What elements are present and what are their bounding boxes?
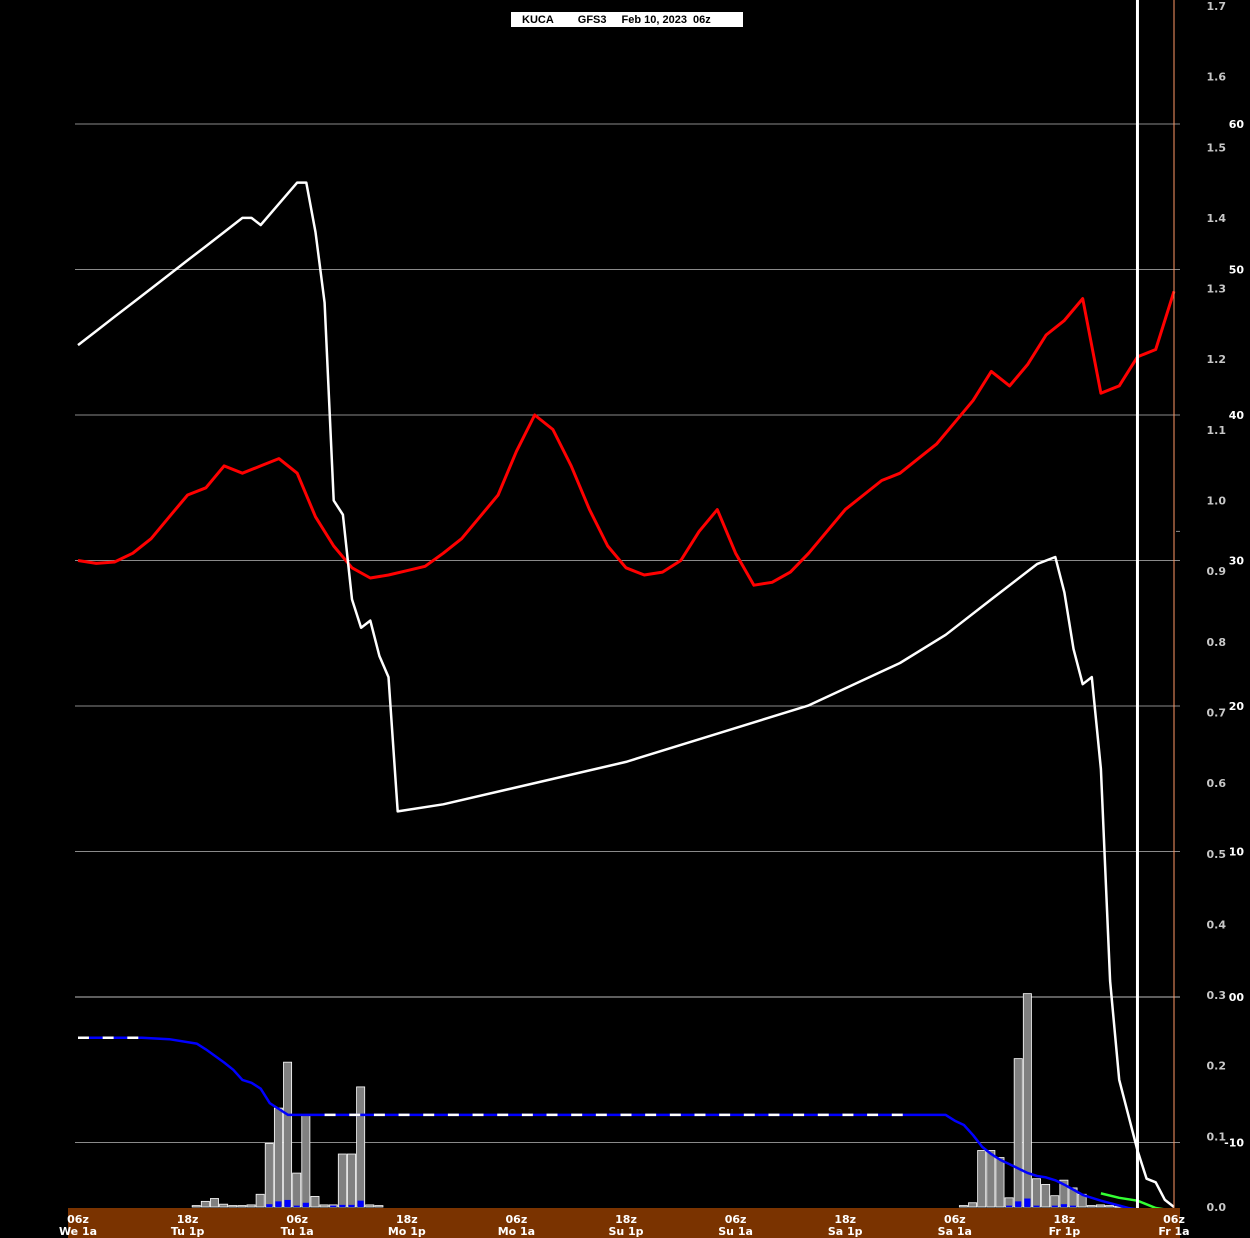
precip-bar [246, 1204, 256, 1208]
temp-tick-label: 00 [1229, 991, 1245, 1004]
time-tick-day: Tu 1p [171, 1225, 205, 1238]
precip-bar-blue [1024, 1198, 1031, 1207]
temp-tick-label: 10 [1229, 846, 1245, 859]
precip-bar [301, 1114, 311, 1208]
precip-bar-blue [1006, 1205, 1013, 1207]
precip-tick-label: 0.1 [1207, 1130, 1227, 1143]
precip-tick-label: 1.1 [1207, 424, 1227, 437]
precip-bar [374, 1205, 384, 1208]
station-id: KUCA [522, 13, 554, 26]
precip-bar [273, 1107, 283, 1208]
precip-bar-blue [1051, 1205, 1058, 1207]
precip-bar-blue [339, 1204, 346, 1207]
forecast-chart: 0.0 0.1 0.2 0.3 0.4 0.5 0.6 0.7 0.8 0.9 1.0 1.1 1.2 1… [0, 0, 1250, 1238]
precip-bar [1050, 1195, 1060, 1208]
precip-tick-label: 0.8 [1207, 636, 1227, 649]
time-tick-day: Su 1p [608, 1225, 643, 1238]
precip-bar [237, 1205, 247, 1208]
precip-bar [1013, 1058, 1023, 1208]
precip-bar [319, 1204, 329, 1208]
precip-bar [210, 1198, 219, 1208]
precip-tick-label: 1.0 [1207, 495, 1227, 508]
time-tick-day: Fr 1p [1049, 1225, 1081, 1238]
precip-bar-blue [284, 1199, 291, 1207]
precip-bar-blue [1069, 1205, 1077, 1207]
precip-tick-label: 1.3 [1207, 283, 1227, 296]
precip-bar-blue [1015, 1201, 1022, 1207]
run-time: Feb 10, 2023 06z [621, 13, 711, 26]
precip-tick-label: 1.4 [1207, 212, 1227, 225]
precip-bar [977, 1150, 987, 1208]
precip-tick-label: 0.5 [1207, 848, 1227, 861]
precip-tick-label: 0.9 [1207, 565, 1227, 578]
time-tick-day: We 1a [59, 1225, 97, 1238]
precip-bar-blue [1033, 1205, 1040, 1207]
model-name: GFS3 [577, 13, 607, 26]
precip-bar [995, 1157, 1005, 1208]
precip-bar [1086, 1205, 1096, 1208]
precip-bar [365, 1204, 375, 1208]
temp-tick-label: -10 [1224, 1137, 1244, 1150]
precip-tick-label: 0.3 [1207, 989, 1227, 1002]
precip-tick-label: 0.4 [1207, 918, 1227, 931]
precip-bar [310, 1196, 320, 1208]
precip-tick-label: 0.2 [1207, 1060, 1227, 1073]
precip-bar-blue [330, 1205, 337, 1207]
chart-title-box: KUCA GFS3 Feb 10, 2023 06z [511, 12, 743, 27]
precip-bar [1105, 1205, 1115, 1208]
precip-tick-label: 1.5 [1207, 141, 1227, 154]
precip-bar-blue [348, 1204, 355, 1207]
precip-bar [264, 1143, 274, 1208]
time-tick-day: Su 1a [718, 1225, 753, 1238]
precip-tick-label: 1.7 [1207, 0, 1227, 13]
precip-bar [986, 1150, 996, 1208]
precip-bar-blue [293, 1205, 300, 1207]
temp-tick-label: 60 [1229, 118, 1245, 131]
time-tick-day: Mo 1a [498, 1225, 535, 1238]
precip-bar [200, 1200, 210, 1208]
precip-tick-label: 0.7 [1207, 706, 1227, 719]
precip-bar [255, 1193, 265, 1208]
precip-tick-label: 0.6 [1207, 777, 1227, 790]
precip-bar-blue [275, 1201, 282, 1207]
precip-bar [292, 1172, 302, 1208]
precip-bar [283, 1061, 293, 1208]
precip-bar [356, 1086, 366, 1208]
precip-bar-blue [1060, 1204, 1067, 1207]
precip-bar-blue [302, 1202, 309, 1207]
time-tick-day: Tu 1a [281, 1225, 314, 1238]
precip-bar-blue [266, 1204, 273, 1207]
time-tick-day: Sa 1p [828, 1225, 863, 1238]
precip-bar [968, 1202, 978, 1208]
precip-bar [1095, 1204, 1105, 1208]
chart-background [0, 0, 1250, 1238]
temp-tick-label: 30 [1229, 555, 1245, 568]
temp-tick-label: 40 [1229, 409, 1245, 422]
precip-bar [191, 1205, 201, 1208]
precip-bar [219, 1203, 229, 1208]
precip-tick-label: 1.6 [1207, 71, 1227, 84]
time-tick-day: Fr 1a [1158, 1225, 1189, 1238]
precip-bar [228, 1205, 238, 1208]
temp-tick-label: 50 [1229, 264, 1245, 277]
time-tick-day: Mo 1p [388, 1225, 426, 1238]
temp-tick-label: 20 [1229, 700, 1245, 713]
time-tick-day: Sa 1a [938, 1225, 972, 1238]
precip-bar [1041, 1183, 1051, 1208]
precip-bar [337, 1153, 347, 1208]
precip-tick-label: 0.0 [1207, 1201, 1227, 1214]
precip-tick-label: 1.2 [1207, 353, 1227, 366]
precip-bar-blue [357, 1200, 364, 1207]
precip-bar [347, 1153, 356, 1208]
precip-bar [1032, 1178, 1041, 1208]
precip-bar [958, 1205, 968, 1208]
